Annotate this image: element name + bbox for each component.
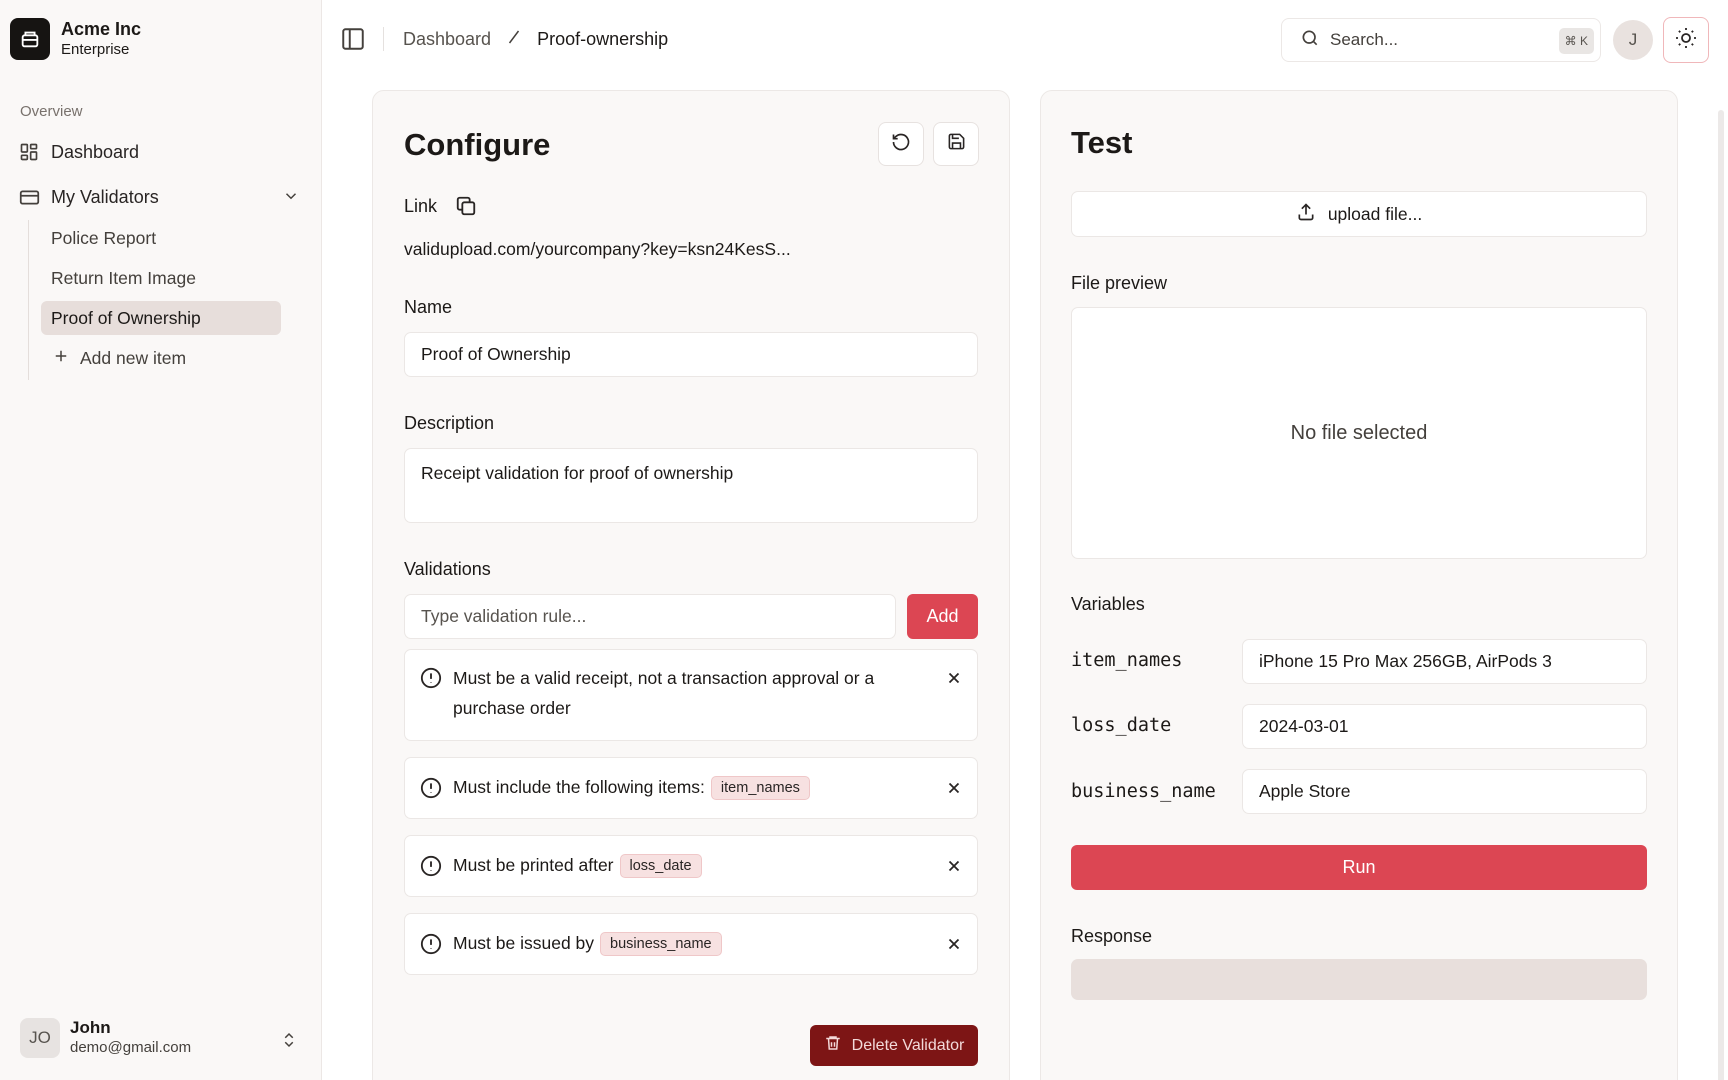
validation-rule-text: Must be a valid receipt, not a transacti… (453, 668, 875, 718)
variables-label: Variables (1071, 594, 1145, 614)
validations-label: Validations (404, 559, 491, 579)
add-new-item-label: Add new item (80, 347, 187, 368)
sidebar-subitem-proof-of-ownership[interactable]: Proof of Ownership (41, 301, 281, 335)
user-name: John (70, 1018, 111, 1037)
link-label: Link (404, 196, 438, 216)
alert-circle-icon (420, 667, 442, 694)
file-preview-box: No file selected (1071, 307, 1647, 559)
user-menu[interactable]: JO John demo@gmail.com (20, 1018, 191, 1058)
delete-validator-button[interactable]: Delete Validator (810, 1025, 978, 1066)
response-label: Response (1071, 926, 1153, 946)
avatar[interactable]: J (1613, 20, 1653, 60)
description-label: Description (404, 413, 495, 433)
sidebar-subitem-return-item-image[interactable]: Return Item Image (41, 261, 281, 295)
name-label: Name (404, 297, 453, 317)
alert-circle-icon (420, 933, 442, 960)
alert-circle-icon (420, 855, 442, 882)
variable-value-field[interactable]: iPhone 15 Pro Max 256GB, AirPods 3 (1242, 639, 1647, 684)
upload-file-label: upload file... (1327, 203, 1423, 224)
validation-rule: Must be printed after loss_date (404, 835, 978, 897)
section-label-overview: Overview (20, 103, 83, 120)
variable-name: item_names (1071, 650, 1183, 671)
validation-rule-input[interactable]: Type validation rule... (404, 594, 896, 639)
configure-title: Configure (404, 127, 551, 162)
alert-circle-icon (420, 777, 442, 804)
sidebar-subitem-police-report[interactable]: Police Report (41, 221, 281, 255)
add-new-item-button[interactable]: Add new item (41, 341, 281, 375)
close-icon[interactable] (945, 935, 963, 958)
no-file-selected-text: No file selected (1290, 421, 1428, 444)
search-placeholder: Search... (1330, 30, 1399, 49)
validation-rule-text: Must be printed after (453, 855, 614, 875)
sun-icon (1674, 26, 1698, 55)
breadcrumb: Dashboard Proof-ownership (403, 28, 668, 51)
keyboard-shortcut-badge: ⌘ K (1558, 28, 1594, 54)
validation-rule-text: Must include the following items: (453, 777, 705, 797)
breadcrumb-dashboard[interactable]: Dashboard (403, 29, 491, 50)
rotate-ccw-icon (891, 132, 911, 157)
search-input[interactable]: Search... ⌘ K (1281, 18, 1601, 62)
close-icon[interactable] (945, 669, 963, 692)
plus-icon (52, 347, 70, 370)
brand-name: Acme Inc (61, 19, 142, 39)
validation-rule: Must include the following items: item_na… (404, 757, 978, 819)
link-value: validupload.com/yourcompany?key=ksn24Kes… (404, 239, 791, 259)
trash-icon (824, 1034, 842, 1057)
theme-toggle-button[interactable] (1663, 17, 1709, 63)
team-switcher[interactable]: Acme Inc Enterprise (10, 18, 141, 60)
chevron-down-icon[interactable] (282, 187, 300, 210)
description-field[interactable]: Receipt validation for proof of ownershi… (404, 448, 978, 523)
close-icon[interactable] (945, 779, 963, 802)
sidebar-toggle-icon[interactable] (340, 26, 366, 52)
run-button[interactable]: Run (1071, 845, 1647, 890)
test-title: Test (1071, 125, 1133, 160)
upload-icon (1296, 202, 1316, 227)
add-validation-button[interactable]: Add (907, 594, 978, 639)
upload-file-button[interactable]: upload file... (1071, 191, 1647, 237)
brand-plan: Enterprise (61, 41, 130, 58)
variable-value-field[interactable]: Apple Store (1242, 769, 1647, 814)
toolbar-divider (383, 27, 384, 51)
reset-button[interactable] (878, 122, 924, 166)
variable-tag: business_name (600, 932, 722, 957)
validation-rule-text: Must be issued by (453, 933, 595, 953)
submenu-rail (28, 220, 29, 380)
configure-card: Configure Link validupload.com/yourcompa… (372, 90, 1010, 1080)
close-icon[interactable] (945, 857, 963, 880)
variable-value-field[interactable]: 2024-03-01 (1242, 704, 1647, 749)
avatar: JO (20, 1018, 60, 1058)
sidebar-item-label: My Validators (51, 186, 159, 207)
variable-tag: item_names (710, 776, 810, 801)
chevrons-up-down-icon[interactable] (280, 1030, 298, 1055)
user-email: demo@gmail.com (70, 1039, 192, 1056)
copy-icon[interactable] (455, 195, 477, 222)
credit-card-icon (18, 186, 40, 208)
delete-validator-label: Delete Validator (851, 1036, 965, 1054)
sidebar-item-dashboard[interactable]: Dashboard (18, 135, 139, 169)
page-scrollbar[interactable] (1718, 110, 1724, 1080)
save-icon (947, 132, 966, 156)
save-button[interactable] (933, 122, 979, 166)
test-card: Test upload file... File preview No file… (1040, 90, 1678, 1080)
variable-name: business_name (1071, 781, 1216, 802)
sidebar: Acme Inc Enterprise Overview Dashboard M… (0, 0, 322, 1080)
brand-logo-icon (10, 18, 50, 60)
variable-tag: loss_date (619, 854, 702, 879)
name-field[interactable]: Proof of Ownership (404, 332, 978, 377)
dashboard-icon (18, 141, 40, 163)
slash-separator-icon (505, 28, 523, 51)
file-preview-label: File preview (1071, 273, 1168, 293)
sidebar-item-label: Dashboard (51, 141, 140, 162)
variable-name: loss_date (1071, 715, 1172, 736)
breadcrumb-current-page: Proof-ownership (537, 29, 669, 49)
search-icon (1300, 28, 1320, 53)
validation-rule: Must be a valid receipt, not a transacti… (404, 649, 978, 741)
sidebar-item-my-validators[interactable]: My Validators (18, 180, 300, 214)
response-output (1071, 959, 1647, 1000)
validation-rule: Must be issued by business_name (404, 913, 978, 975)
